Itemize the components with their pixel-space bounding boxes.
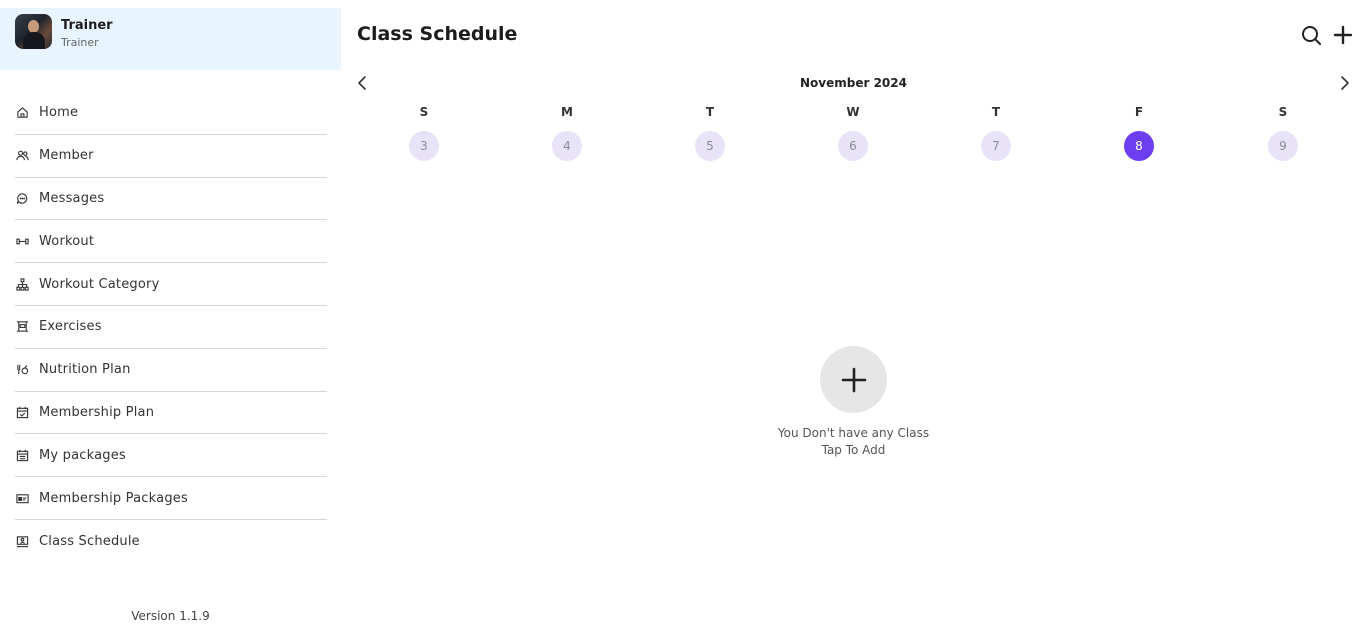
empty-state-hint[interactable]: Tap To Add [341, 443, 1366, 457]
empty-state-message: You Don't have any Class [777, 426, 930, 440]
hierarchy-icon [15, 277, 29, 291]
calendar-day: S 9 [1263, 103, 1303, 161]
search-icon[interactable] [1300, 24, 1322, 46]
home-icon [15, 106, 29, 120]
plus-icon[interactable] [1332, 24, 1354, 46]
sidebar-item-membership-plan[interactable]: Membership Plan [15, 392, 327, 435]
sidebar-item-label: Class Schedule [39, 533, 140, 549]
day-number-button[interactable]: 4 [552, 131, 582, 161]
day-letter: S [419, 105, 429, 119]
calendar-day: S 3 [404, 103, 444, 161]
sidebar-item-class-schedule[interactable]: Class Schedule [15, 520, 327, 563]
sidebar-item-label: Home [39, 105, 79, 121]
sidebar-item-label: Member [39, 148, 94, 164]
board-icon [15, 534, 29, 548]
day-letter: T [705, 105, 715, 119]
calendar-day: T 5 [690, 103, 730, 161]
sidebar-item-my-packages[interactable]: My packages [15, 434, 327, 478]
app-version: Version 1.1.9 [131, 609, 210, 623]
sidebar-item-messages[interactable]: Messages [15, 178, 327, 221]
sidebar-item-label: Membership Plan [39, 404, 155, 420]
month-label: November 2024 [800, 76, 907, 90]
sidebar-item-workout-category[interactable]: Workout Category [15, 263, 327, 306]
calendar-check-icon [15, 405, 29, 419]
sidebar-item-member[interactable]: Member [15, 135, 327, 178]
next-week-button[interactable] [1337, 74, 1353, 92]
day-number-button[interactable]: 7 [981, 131, 1011, 161]
sidebar-nav: Home Member Messages Workout Workout Cat… [15, 92, 327, 563]
day-number-button[interactable]: 5 [695, 131, 725, 161]
profile-role: Trainer [61, 36, 99, 49]
main-content: Class Schedule November 2024 S 3 M 4 T 5… [341, 0, 1366, 639]
day-letter: W [846, 105, 860, 119]
sidebar-item-label: Nutrition Plan [39, 362, 131, 378]
sidebar-item-home[interactable]: Home [15, 92, 327, 135]
sidebar-item-label: Exercises [39, 319, 102, 335]
dumbbell-icon [15, 234, 29, 248]
day-number-button[interactable]: 6 [838, 131, 868, 161]
day-letter: M [561, 105, 573, 119]
sidebar-item-label: My packages [39, 447, 126, 463]
day-number-button[interactable]: 9 [1268, 131, 1298, 161]
plus-icon [841, 367, 866, 392]
avatar [15, 14, 52, 49]
day-number-button[interactable]: 3 [409, 131, 439, 161]
sidebar-item-label: Membership Packages [39, 490, 188, 506]
page-title: Class Schedule [357, 23, 518, 45]
sidebar-item-label: Workout Category [39, 276, 160, 292]
sidebar-item-nutrition-plan[interactable]: Nutrition Plan [15, 349, 327, 392]
exercise-icon [15, 320, 29, 334]
sidebar-item-label: Messages [39, 190, 105, 206]
profile-card[interactable]: Trainer Trainer [0, 8, 341, 70]
day-letter: T [991, 105, 1001, 119]
day-letter: S [1278, 105, 1288, 119]
sidebar-item-label: Workout [39, 233, 95, 249]
profile-name: Trainer [61, 18, 113, 33]
sidebar-item-exercises[interactable]: Exercises [15, 306, 327, 349]
users-icon [15, 149, 29, 163]
calendar-day: T 7 [976, 103, 1016, 161]
calendar-list-icon [15, 448, 29, 462]
calendar-day: M 4 [547, 103, 587, 161]
calendar-day: F 8 [1119, 103, 1159, 161]
sidebar-item-membership-packages[interactable]: Membership Packages [15, 477, 327, 520]
sidebar-item-workout[interactable]: Workout [15, 220, 327, 264]
calendar-day: W 6 [833, 103, 873, 161]
day-letter: F [1134, 105, 1144, 119]
card-icon [15, 491, 29, 505]
day-number-button-selected[interactable]: 8 [1124, 131, 1154, 161]
add-class-button[interactable] [820, 346, 887, 413]
chat-icon [15, 191, 29, 205]
sidebar: Trainer Trainer Home Member Messages Wor… [0, 0, 341, 639]
nutrition-icon [15, 363, 29, 377]
